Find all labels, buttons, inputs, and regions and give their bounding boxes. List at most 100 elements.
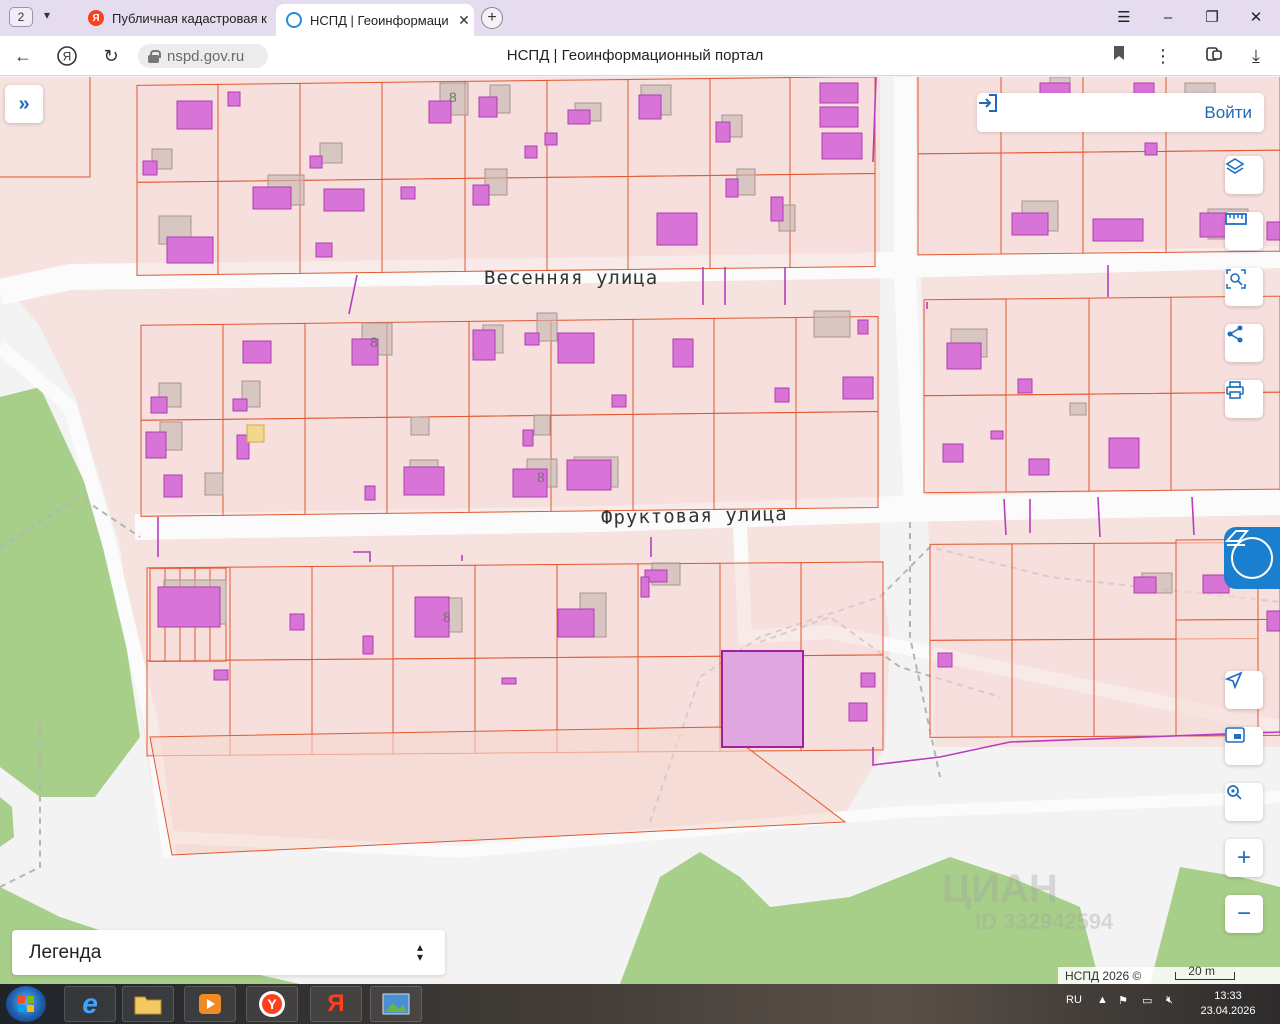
action-center-icon[interactable]: ⚑	[1118, 994, 1128, 1007]
login-icon	[979, 94, 997, 112]
building	[400, 186, 416, 200]
land-parcel	[311, 565, 394, 661]
lock-icon	[148, 50, 161, 63]
map-canvas[interactable]: 8 8 8 8 8	[0, 77, 1280, 984]
building	[150, 396, 168, 414]
start-button[interactable]	[6, 986, 46, 1022]
land-parcel	[789, 172, 876, 269]
yandex-home-icon[interactable]: Я	[56, 45, 78, 67]
building	[478, 96, 498, 118]
building	[848, 702, 868, 722]
chevron-down-icon[interactable]: ▾	[44, 8, 50, 22]
building	[1092, 218, 1144, 242]
building	[946, 342, 982, 370]
legend-label: Легенда	[29, 941, 102, 963]
layers-button[interactable]	[1225, 156, 1263, 194]
building	[157, 586, 221, 628]
file-explorer-icon[interactable]	[122, 986, 174, 1022]
building	[566, 459, 612, 491]
restore-icon[interactable]: ❐	[1202, 8, 1222, 28]
yandex-icon: Я	[88, 10, 104, 26]
reload-icon[interactable]: ↻	[100, 45, 122, 67]
ruler-button[interactable]	[1225, 212, 1263, 250]
building	[857, 319, 869, 335]
expand-panel-button[interactable]: »	[5, 85, 43, 123]
tab-counter[interactable]: 2	[9, 7, 33, 27]
land-parcel	[546, 175, 629, 271]
land-parcel	[632, 412, 715, 511]
road	[899, 246, 1280, 278]
yandex-browser-icon[interactable]: Y	[246, 986, 298, 1022]
structure	[246, 424, 265, 443]
menu-icon[interactable]: ☰	[1114, 8, 1134, 28]
building	[567, 109, 591, 125]
building	[557, 608, 595, 638]
more-icon[interactable]: ⋮	[1152, 45, 1174, 67]
language-indicator[interactable]: RU	[1066, 994, 1082, 1006]
building	[163, 474, 183, 498]
volume-muted-icon[interactable]: 🔇︎	[1166, 994, 1173, 1007]
new-tab-button[interactable]: +	[481, 7, 503, 29]
internet-explorer-icon[interactable]: e	[64, 986, 116, 1022]
locate-button[interactable]	[1225, 671, 1263, 709]
lot-number: 8	[443, 609, 451, 625]
print-button[interactable]	[1225, 380, 1263, 418]
building	[1266, 221, 1280, 241]
land-parcel	[474, 564, 558, 659]
zoom-out-button[interactable]: −	[1225, 895, 1263, 933]
land-parcel	[386, 320, 470, 418]
url-field[interactable]: nspd.gov.ru	[138, 44, 268, 68]
minimize-icon[interactable]: –	[1158, 8, 1178, 28]
download-icon[interactable]: ⤓	[1245, 45, 1267, 67]
minimap-button[interactable]	[1225, 727, 1263, 765]
system-clock[interactable]: 13:33 23.04.2026	[1196, 989, 1260, 1019]
building	[544, 132, 558, 146]
building	[145, 431, 167, 459]
old-building-footprint	[1049, 77, 1071, 84]
building	[770, 196, 784, 222]
close-icon[interactable]: ✕	[454, 12, 474, 29]
close-window-icon[interactable]: ✕	[1246, 8, 1266, 28]
yandex-icon[interactable]: Я	[310, 986, 362, 1022]
lot-number: 8	[537, 469, 545, 485]
media-player-icon[interactable]	[184, 986, 236, 1022]
building	[176, 100, 213, 130]
old-building-footprint	[410, 416, 430, 436]
tab-nspd[interactable]: НСПД | Геоинформаци ✕	[276, 4, 474, 36]
land-parcel	[800, 561, 884, 657]
building	[428, 100, 452, 124]
building	[1144, 142, 1158, 156]
cadastral-map[interactable]: 8 8 8 8 8 Весенняя улица Фруктовая улица…	[0, 77, 1280, 984]
building	[472, 184, 490, 206]
building	[213, 669, 229, 681]
image-viewer-icon[interactable]	[370, 986, 422, 1022]
building	[1266, 610, 1280, 632]
building	[315, 242, 333, 258]
svg-text:Y: Y	[267, 996, 277, 1012]
scale-bar: 20 m	[1175, 964, 1236, 980]
bookmark-icon[interactable]	[1108, 45, 1130, 67]
land-parcel	[800, 654, 884, 752]
login-button[interactable]: Войти	[977, 93, 1264, 132]
building	[819, 82, 859, 104]
building	[522, 429, 534, 447]
show-hidden-icons-icon[interactable]: ▲	[1097, 994, 1108, 1006]
network-icon[interactable]: ▭	[1142, 994, 1152, 1007]
search-location-button[interactable]	[1225, 783, 1263, 821]
building	[942, 443, 964, 463]
selected-parcel	[721, 650, 804, 748]
land-parcel	[1011, 542, 1095, 641]
forest-area	[0, 797, 14, 847]
extensions-icon[interactable]	[1203, 45, 1225, 67]
building	[715, 121, 731, 143]
zoom-in-button[interactable]: +	[1225, 839, 1263, 877]
building	[364, 485, 376, 501]
cadastre-panel-tab[interactable]	[1224, 527, 1280, 589]
back-icon[interactable]: ←	[12, 45, 34, 67]
area-search-button[interactable]	[1225, 268, 1263, 306]
tab-label: НСПД | Геоинформаци	[310, 12, 449, 28]
share-button[interactable]	[1225, 324, 1263, 362]
building	[860, 672, 876, 688]
tab-public-cadastral[interactable]: Я Публичная кадастровая к	[78, 4, 268, 32]
legend-panel[interactable]: Легенда ▴ ▾	[12, 930, 445, 975]
